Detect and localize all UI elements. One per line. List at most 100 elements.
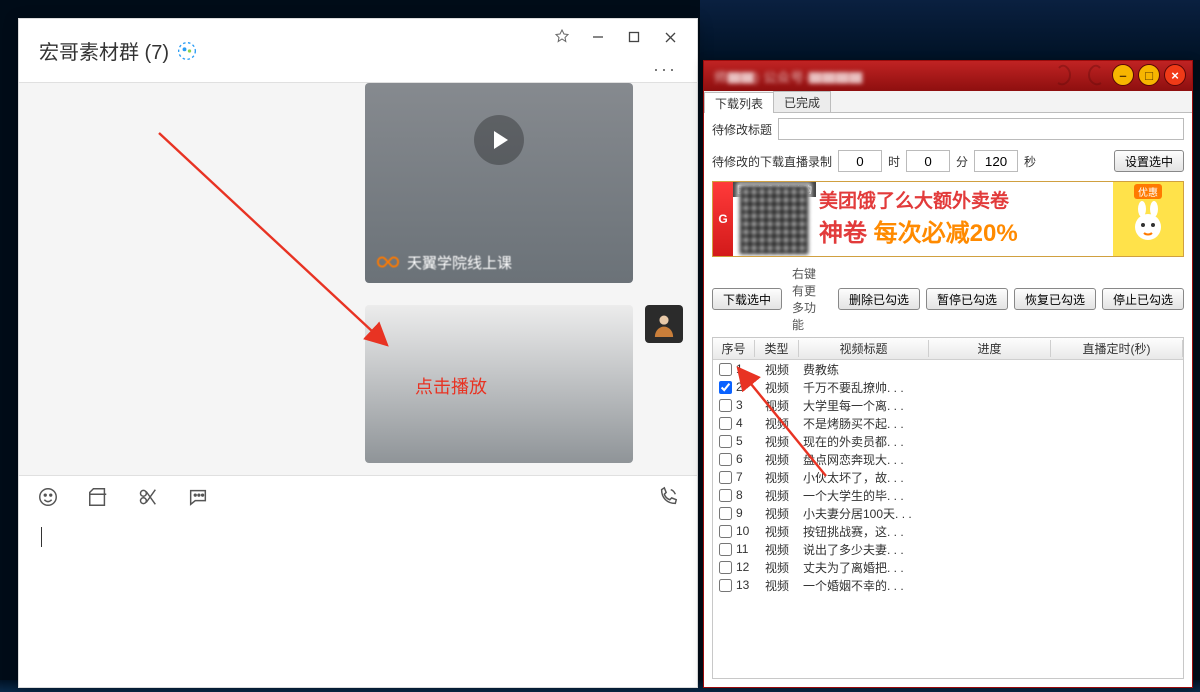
chat-input-area[interactable] [19, 517, 697, 687]
row-checkbox[interactable] [719, 417, 732, 430]
row-index: 4 [736, 416, 743, 430]
row-type: 视频 [755, 559, 799, 576]
table-row[interactable]: 10视频按钮挑战赛，这. . . [713, 522, 1183, 540]
row-checkbox[interactable] [719, 543, 732, 556]
row-type: 视频 [755, 361, 799, 378]
maximize-button[interactable] [617, 25, 651, 49]
row-type: 视频 [755, 379, 799, 396]
row-type: 视频 [755, 451, 799, 468]
screenshot-icon[interactable] [137, 486, 159, 508]
input-title-to-edit[interactable] [778, 118, 1184, 140]
table-row[interactable]: 1视频费教练 [713, 360, 1183, 378]
close-button[interactable] [653, 25, 687, 49]
row-checkbox[interactable] [719, 453, 732, 466]
downloader-window: 师▇▇) 公众号·▇▇▇▇ – □ × 下载列表 已完成 待修改标题 待修改的下… [703, 60, 1193, 688]
row-checkbox[interactable] [719, 525, 732, 538]
row-title: 费教练 [799, 361, 929, 378]
col-timer[interactable]: 直播定时(秒) [1051, 340, 1183, 357]
dl-minimize-button[interactable]: – [1112, 64, 1134, 86]
table-row[interactable]: 6视频盘点网恋奔现大. . . [713, 450, 1183, 468]
row-checkbox[interactable] [719, 579, 732, 592]
row-index: 11 [736, 542, 748, 556]
row-checkbox[interactable] [719, 399, 732, 412]
grid-body[interactable]: 1视频费教练 2视频千万不要乱撩帅. . . 3视频大学里每一个离. . . 4… [713, 360, 1183, 678]
row-title-edit: 待修改标题 [704, 113, 1192, 145]
table-row[interactable]: 3视频大学里每一个离. . . [713, 396, 1183, 414]
ad-pill: 优惠 [1134, 184, 1162, 199]
table-row[interactable]: 12视频丈夫为了离婚把. . . [713, 558, 1183, 576]
download-grid: 序号 类型 视频标题 进度 直播定时(秒) 1视频费教练 2视频千万不要乱撩帅.… [712, 337, 1184, 679]
chat-history-icon[interactable] [187, 486, 209, 508]
table-row[interactable]: 7 视频小伙太坏了，故. . . [713, 468, 1183, 486]
emoji-icon[interactable] [37, 486, 59, 508]
stop-checked-button[interactable]: 停止已勾选 [1102, 288, 1184, 310]
tab-completed[interactable]: 已完成 [773, 91, 831, 112]
right-click-hint: 右键有更多功能 [788, 265, 832, 333]
row-title: 现在的外卖员都. . . [799, 433, 929, 450]
input-hours[interactable] [838, 150, 882, 172]
group-members-icon[interactable] [177, 41, 197, 61]
ad-line2: 神卷 每次必减20% [819, 213, 1111, 248]
row-type: 视频 [755, 487, 799, 504]
file-icon[interactable] [87, 486, 109, 508]
pause-checked-button[interactable]: 暂停已勾选 [926, 288, 1008, 310]
col-progress[interactable]: 进度 [929, 340, 1051, 357]
table-row[interactable]: 5视频现在的外卖员都. . . [713, 432, 1183, 450]
row-checkbox[interactable] [719, 435, 732, 448]
sender-avatar[interactable] [645, 305, 683, 343]
row-checkbox[interactable] [719, 363, 732, 376]
row-index: 8 [736, 488, 743, 502]
row-title: 小伙太坏了，故. . . [799, 469, 929, 486]
download-selected-button[interactable]: 下载选中 [712, 288, 782, 310]
row-title: 大学里每一个离. . . [799, 397, 929, 414]
wechat-window: 宏哥素材群 (7) ··· 天翼学院线上课 [18, 18, 698, 688]
table-row[interactable]: 11视频说出了多少夫妻. . . [713, 540, 1183, 558]
tab-download-list[interactable]: 下载列表 [704, 92, 774, 113]
pin-button[interactable] [545, 25, 579, 49]
row-index: 13 [736, 578, 749, 592]
chat-more-button[interactable]: ··· [653, 59, 677, 80]
table-row[interactable]: 9视频小夫妻分居100天. . . [713, 504, 1183, 522]
row-type: 视频 [755, 577, 799, 594]
ad-right: 优惠 [1113, 182, 1183, 256]
video-message-1[interactable]: 天翼学院线上课 [365, 83, 633, 283]
unit-hours: 时 [888, 153, 900, 170]
row-checkbox[interactable] [719, 471, 732, 484]
table-row[interactable]: 2视频千万不要乱撩帅. . . [713, 378, 1183, 396]
row-checkbox[interactable] [719, 489, 732, 502]
row-index: 3 [736, 398, 743, 412]
input-minutes[interactable] [906, 150, 950, 172]
row-title: 按钮挑战赛，这. . . [799, 523, 929, 540]
downloader-title-text: 师▇▇) 公众号·▇▇▇▇ [714, 67, 863, 86]
ad-banner[interactable]: 匿到享受·就在直购 G 美团饿了么大额外卖卷 神卷 每次必减20% 优惠 [712, 181, 1184, 257]
row-index: 7 [736, 470, 743, 484]
row-checkbox[interactable] [719, 561, 732, 574]
table-row[interactable]: 4视频不是烤肠买不起. . . [713, 414, 1183, 432]
table-row[interactable]: 8视频一个大学生的毕. . . [713, 486, 1183, 504]
row-checkbox[interactable] [719, 507, 732, 520]
table-row[interactable]: 13视频一个婚姻不幸的. . . [713, 576, 1183, 594]
row-index: 9 [736, 506, 743, 520]
row-type: 视频 [755, 469, 799, 486]
set-selected-button[interactable]: 设置选中 [1114, 150, 1184, 172]
col-type[interactable]: 类型 [755, 340, 799, 357]
delete-checked-button[interactable]: 删除已勾选 [838, 288, 920, 310]
chat-body[interactable]: 天翼学院线上课 点击播放 [19, 83, 697, 475]
downloader-titlebar[interactable]: 师▇▇) 公众号·▇▇▇▇ – □ × [704, 61, 1192, 91]
row-title: 不是烤肠买不起. . . [799, 415, 929, 432]
grid-header: 序号 类型 视频标题 进度 直播定时(秒) [713, 338, 1183, 360]
resume-checked-button[interactable]: 恢复已勾选 [1014, 288, 1096, 310]
dl-close-button[interactable]: × [1164, 64, 1186, 86]
row-title: 盘点网恋奔现大. . . [799, 451, 929, 468]
downloader-tabs: 下载列表 已完成 [704, 91, 1192, 113]
video-message-2[interactable] [365, 305, 633, 463]
dl-maximize-button[interactable]: □ [1138, 64, 1160, 86]
col-idx[interactable]: 序号 [713, 340, 755, 357]
chat-title: 宏哥素材群 (7) [39, 36, 197, 65]
voice-call-icon[interactable] [657, 486, 679, 508]
minimize-button[interactable] [581, 25, 615, 49]
col-title[interactable]: 视频标题 [799, 340, 929, 357]
label-record-timer: 待修改的下载直播录制 [712, 153, 832, 170]
input-seconds[interactable] [974, 150, 1018, 172]
row-checkbox[interactable] [719, 381, 732, 394]
